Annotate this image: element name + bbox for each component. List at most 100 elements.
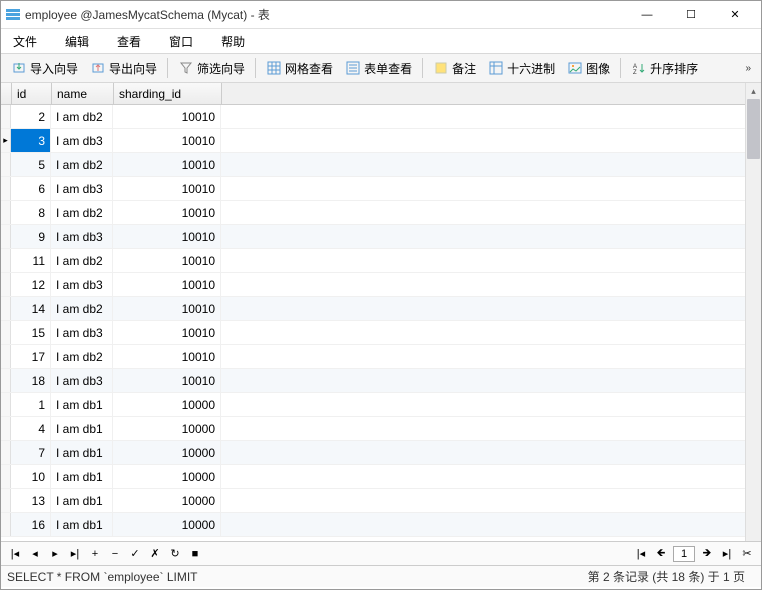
- menu-file[interactable]: 文件: [7, 31, 43, 52]
- menu-view[interactable]: 查看: [111, 31, 147, 52]
- cell-id[interactable]: 7: [11, 441, 51, 464]
- table-row[interactable]: 2I am db210010: [1, 105, 745, 129]
- minimize-button[interactable]: —: [625, 2, 669, 28]
- table-row[interactable]: 5I am db210010: [1, 153, 745, 177]
- toolbar-overflow-button[interactable]: »: [739, 61, 757, 76]
- cell-id[interactable]: 12: [11, 273, 51, 296]
- close-button[interactable]: ✕: [713, 2, 757, 28]
- data-grid[interactable]: id name sharding_id 2I am db210010▸3I am…: [1, 83, 745, 541]
- row-selector-header[interactable]: [1, 83, 12, 104]
- cell-name[interactable]: I am db3: [51, 273, 113, 296]
- cell-name[interactable]: I am db1: [51, 393, 113, 416]
- cell-sharding-id[interactable]: 10010: [113, 129, 221, 152]
- table-row[interactable]: 7I am db110000: [1, 441, 745, 465]
- cell-sharding-id[interactable]: 10010: [113, 105, 221, 128]
- note-button[interactable]: 备注: [428, 58, 481, 79]
- cell-id[interactable]: 2: [11, 105, 51, 128]
- commit-button[interactable]: ✓: [126, 545, 144, 563]
- cell-id[interactable]: 15: [11, 321, 51, 344]
- export-wizard-button[interactable]: 导出向导: [85, 58, 162, 79]
- page-input[interactable]: [673, 546, 695, 562]
- table-row[interactable]: 16I am db110000: [1, 513, 745, 537]
- scroll-up-arrow[interactable]: ▴: [746, 83, 761, 99]
- cell-sharding-id[interactable]: 10010: [113, 225, 221, 248]
- last-page-button[interactable]: ▸|: [718, 545, 736, 563]
- column-id[interactable]: id: [12, 83, 52, 104]
- cell-id[interactable]: 10: [11, 465, 51, 488]
- cell-name[interactable]: I am db2: [51, 201, 113, 224]
- table-row[interactable]: 14I am db210010: [1, 297, 745, 321]
- cancel-button[interactable]: ✗: [146, 545, 164, 563]
- table-row[interactable]: 17I am db210010: [1, 345, 745, 369]
- cell-sharding-id[interactable]: 10010: [113, 369, 221, 392]
- cell-sharding-id[interactable]: 10000: [113, 393, 221, 416]
- cell-id[interactable]: 13: [11, 489, 51, 512]
- delete-record-button[interactable]: −: [106, 545, 124, 563]
- cell-sharding-id[interactable]: 10010: [113, 297, 221, 320]
- table-row[interactable]: 12I am db310010: [1, 273, 745, 297]
- cell-sharding-id[interactable]: 10000: [113, 417, 221, 440]
- import-wizard-button[interactable]: 导入向导: [6, 58, 83, 79]
- first-record-button[interactable]: |◂: [6, 545, 24, 563]
- menu-window[interactable]: 窗口: [163, 31, 199, 52]
- vertical-scrollbar[interactable]: ▴: [745, 83, 761, 541]
- grid-view-button[interactable]: 网格查看: [261, 58, 338, 79]
- table-row[interactable]: 11I am db210010: [1, 249, 745, 273]
- last-record-button[interactable]: ▸|: [66, 545, 84, 563]
- cell-id[interactable]: 16: [11, 513, 51, 536]
- cell-name[interactable]: I am db2: [51, 105, 113, 128]
- cell-name[interactable]: I am db1: [51, 489, 113, 512]
- cell-sharding-id[interactable]: 10000: [113, 489, 221, 512]
- cell-id[interactable]: 4: [11, 417, 51, 440]
- cell-id[interactable]: 18: [11, 369, 51, 392]
- refresh-button[interactable]: ↻: [166, 545, 184, 563]
- prev-record-button[interactable]: ◂: [26, 545, 44, 563]
- cell-id[interactable]: 8: [11, 201, 51, 224]
- sort-asc-button[interactable]: AZ升序排序: [626, 58, 703, 79]
- cell-name[interactable]: I am db3: [51, 129, 113, 152]
- menu-edit[interactable]: 编辑: [59, 31, 95, 52]
- cell-name[interactable]: I am db1: [51, 465, 113, 488]
- table-row[interactable]: 10I am db110000: [1, 465, 745, 489]
- scroll-thumb[interactable]: [747, 99, 760, 159]
- stop-button[interactable]: ■: [186, 545, 204, 563]
- table-row[interactable]: 13I am db110000: [1, 489, 745, 513]
- first-page-button[interactable]: |◂: [632, 545, 650, 563]
- cell-id[interactable]: 9: [11, 225, 51, 248]
- cell-name[interactable]: I am db1: [51, 513, 113, 536]
- cell-sharding-id[interactable]: 10010: [113, 249, 221, 272]
- cell-name[interactable]: I am db3: [51, 321, 113, 344]
- table-row[interactable]: 6I am db310010: [1, 177, 745, 201]
- cell-sharding-id[interactable]: 10000: [113, 465, 221, 488]
- cell-sharding-id[interactable]: 10010: [113, 201, 221, 224]
- column-name[interactable]: name: [52, 83, 114, 104]
- cell-sharding-id[interactable]: 10010: [113, 345, 221, 368]
- cell-id[interactable]: 14: [11, 297, 51, 320]
- table-row[interactable]: 15I am db310010: [1, 321, 745, 345]
- cell-name[interactable]: I am db2: [51, 297, 113, 320]
- cell-id[interactable]: 5: [11, 153, 51, 176]
- cell-sharding-id[interactable]: 10000: [113, 441, 221, 464]
- cell-sharding-id[interactable]: 10010: [113, 153, 221, 176]
- cell-name[interactable]: I am db2: [51, 153, 113, 176]
- cell-id[interactable]: 1: [11, 393, 51, 416]
- prev-page-button[interactable]: 🡸: [652, 545, 670, 563]
- menu-help[interactable]: 帮助: [215, 31, 251, 52]
- cell-name[interactable]: I am db1: [51, 417, 113, 440]
- cell-sharding-id[interactable]: 10010: [113, 177, 221, 200]
- settings-button[interactable]: ✂: [738, 545, 756, 563]
- cell-name[interactable]: I am db3: [51, 225, 113, 248]
- cell-name[interactable]: I am db2: [51, 249, 113, 272]
- maximize-button[interactable]: ☐: [669, 2, 713, 28]
- add-record-button[interactable]: +: [86, 545, 104, 563]
- form-view-button[interactable]: 表单查看: [340, 58, 417, 79]
- table-row[interactable]: 4I am db110000: [1, 417, 745, 441]
- cell-id[interactable]: 17: [11, 345, 51, 368]
- table-row[interactable]: 18I am db310010: [1, 369, 745, 393]
- cell-sharding-id[interactable]: 10000: [113, 513, 221, 536]
- table-row[interactable]: ▸3I am db310010: [1, 129, 745, 153]
- next-record-button[interactable]: ▸: [46, 545, 64, 563]
- next-page-button[interactable]: 🡺: [698, 545, 716, 563]
- filter-wizard-button[interactable]: 筛选向导: [173, 58, 250, 79]
- cell-sharding-id[interactable]: 10010: [113, 321, 221, 344]
